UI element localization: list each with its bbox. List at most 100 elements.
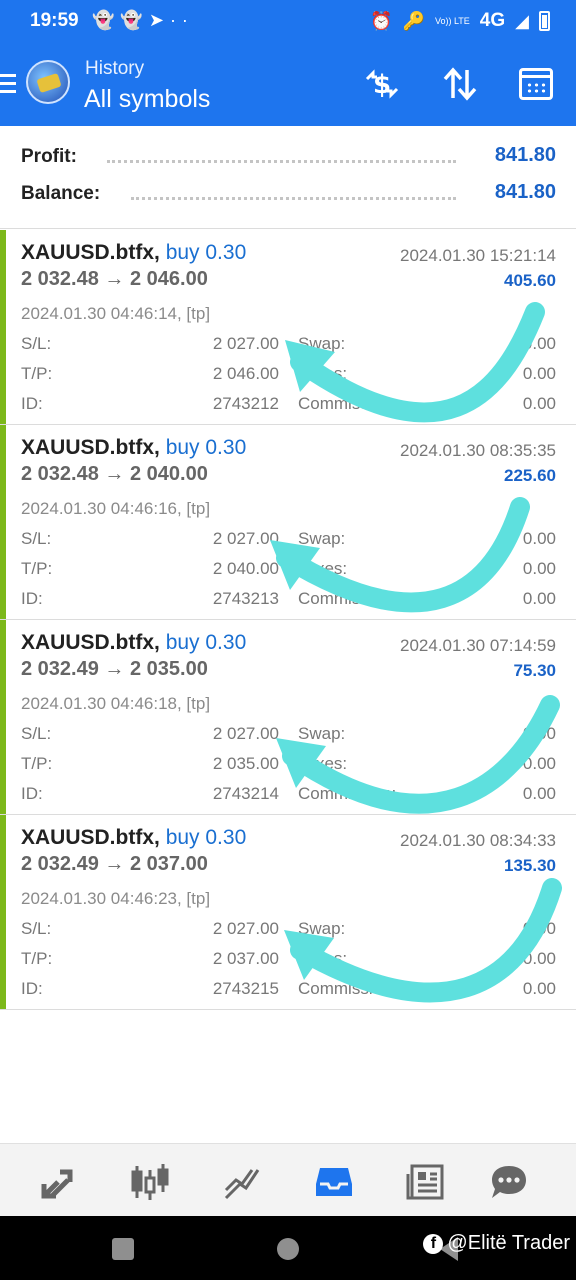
trade-item[interactable]: XAUUSD.btfx, buy 0.30 2 032.48 → 2 040.0… — [0, 425, 576, 620]
id-value: 2743214 — [212, 784, 279, 803]
taxes-value: 0.00 — [522, 754, 556, 773]
id-label: ID: — [21, 394, 43, 413]
trade-prices: 2 032.48 → 2 046.00 — [21, 268, 208, 290]
trade-profit: 405.60 — [504, 271, 556, 290]
bottom-navigation — [0, 1143, 576, 1216]
currency-exchange-button[interactable]: $ — [362, 64, 402, 104]
sl-value: 2 027.00 — [212, 334, 279, 353]
commission-label: Commission: — [298, 784, 397, 803]
taxes-value: 0.00 — [522, 364, 556, 383]
trade-detail-row: ID: 2743212 Commission: 0.00 — [21, 394, 556, 416]
recent-apps-button[interactable] — [112, 1238, 134, 1260]
sl-label: S/L: — [21, 334, 52, 353]
nav-history[interactable] — [312, 1160, 356, 1204]
trade-open-time: 2024.01.30 04:46:23, [tp] — [21, 889, 211, 908]
menu-icon[interactable] — [0, 74, 16, 94]
notification-icons: 👻👻➤·· — [92, 10, 194, 31]
commission-value: 0.00 — [522, 394, 556, 413]
nav-chat[interactable] — [487, 1160, 531, 1204]
tp-value: 2 037.00 — [212, 949, 279, 968]
status-time: 19:59 — [30, 10, 79, 31]
trade-detail-row: ID: 2743213 Commission: 0.00 — [21, 589, 556, 611]
trade-close-time: 2024.01.30 08:34:33 — [400, 831, 556, 850]
calendar-button[interactable] — [516, 64, 556, 104]
app-logo — [26, 60, 70, 104]
facebook-icon: f — [423, 1233, 444, 1254]
commission-value: 0.00 — [522, 979, 556, 998]
svg-text:$: $ — [373, 70, 391, 100]
home-button[interactable] — [277, 1238, 299, 1260]
profit-accent-bar — [0, 620, 6, 814]
nav-trade[interactable] — [220, 1160, 264, 1204]
trade-detail-row: S/L: 2 027.00 Swap: 0.00 — [21, 334, 556, 356]
trade-direction: buy 0.30 — [165, 436, 247, 459]
swap-label: Swap: — [298, 919, 346, 938]
trade-open-time: 2024.01.30 04:46:16, [tp] — [21, 499, 211, 518]
network-type: 4G — [479, 10, 506, 31]
snapchat-icon: 👻 — [92, 10, 121, 30]
system-status-icons: ⏰ 🔑 Vo)) LTE 4G ◢ — [370, 10, 550, 32]
trade-direction: buy 0.30 — [165, 241, 247, 264]
balance-row: Balance: 841.80 — [21, 181, 556, 211]
sort-button[interactable] — [440, 64, 480, 104]
taxes-label: Taxes: — [298, 559, 348, 578]
swap-value: 0.00 — [522, 724, 556, 743]
page-title[interactable]: All symbols — [84, 85, 210, 114]
quotes-icon — [41, 1169, 73, 1199]
trade-prices: 2 032.48 → 2 040.00 — [21, 463, 208, 485]
calendar-icon — [519, 68, 553, 100]
news-icon — [406, 1164, 444, 1200]
trade-close-time: 2024.01.30 07:14:59 — [400, 636, 556, 655]
trade-detail-row: T/P: 2 037.00 Taxes: 0.00 — [21, 949, 556, 971]
watermark: f @Elitë Trader — [423, 1232, 570, 1255]
tp-label: T/P: — [21, 364, 53, 383]
nav-quotes[interactable] — [36, 1160, 80, 1204]
profit-accent-bar — [0, 815, 6, 1009]
taxes-value: 0.00 — [522, 559, 556, 578]
commission-label: Commission: — [298, 589, 397, 608]
trade-detail-row: ID: 2743214 Commission: 0.00 — [21, 784, 556, 806]
more-dots-icon: ·· — [169, 10, 194, 30]
trade-item[interactable]: XAUUSD.btfx, buy 0.30 2 032.49 → 2 037.0… — [0, 815, 576, 1010]
trade-close-time: 2024.01.30 08:35:35 — [400, 441, 556, 460]
trade-symbol: XAUUSD.btfx, buy 0.30 — [21, 241, 247, 264]
system-navigation-bar: f @Elitë Trader — [0, 1216, 576, 1280]
trade-detail-row: T/P: 2 035.00 Taxes: 0.00 — [21, 754, 556, 776]
signal-icon: ◢ — [515, 10, 529, 31]
profit-value: 841.80 — [494, 144, 556, 166]
profit-accent-bar — [0, 425, 6, 619]
commission-value: 0.00 — [522, 784, 556, 803]
trade-icon — [224, 1169, 260, 1200]
trade-open-time: 2024.01.30 04:46:18, [tp] — [21, 694, 211, 713]
trade-direction: buy 0.30 — [165, 631, 247, 654]
tp-label: T/P: — [21, 949, 53, 968]
sl-value: 2 027.00 — [212, 724, 279, 743]
taxes-label: Taxes: — [298, 364, 348, 383]
sl-label: S/L: — [21, 529, 52, 548]
trade-detail-row: S/L: 2 027.00 Swap: 0.00 — [21, 919, 556, 941]
trade-detail-row: S/L: 2 027.00 Swap: 0.00 — [21, 724, 556, 746]
alarm-icon: ⏰ — [370, 10, 393, 31]
sl-value: 2 027.00 — [212, 919, 279, 938]
tp-value: 2 040.00 — [212, 559, 279, 578]
commission-label: Commission: — [298, 394, 397, 413]
taxes-label: Taxes: — [298, 949, 348, 968]
chart-icon — [131, 1164, 169, 1200]
swap-label: Swap: — [298, 529, 346, 548]
history-summary: Profit: 841.80 Balance: 841.80 — [0, 126, 576, 229]
swap-value: 0.00 — [522, 334, 556, 353]
profit-accent-bar — [0, 230, 6, 424]
watermark-text: @Elitë Trader — [447, 1232, 570, 1254]
nav-news[interactable] — [404, 1160, 448, 1204]
telegram-icon: ➤ — [148, 10, 170, 30]
swap-value: 0.00 — [522, 919, 556, 938]
balance-label: Balance: — [21, 183, 101, 204]
trade-item[interactable]: XAUUSD.btfx, buy 0.30 2 032.49 → 2 035.0… — [0, 620, 576, 815]
trade-item[interactable]: XAUUSD.btfx, buy 0.30 2 032.48 → 2 046.0… — [0, 230, 576, 425]
taxes-label: Taxes: — [298, 754, 348, 773]
swap-label: Swap: — [298, 724, 346, 743]
trade-detail-row: T/P: 2 046.00 Taxes: 0.00 — [21, 364, 556, 386]
sort-icon — [443, 67, 477, 101]
nav-chart[interactable] — [128, 1160, 172, 1204]
history-icon — [316, 1168, 352, 1196]
